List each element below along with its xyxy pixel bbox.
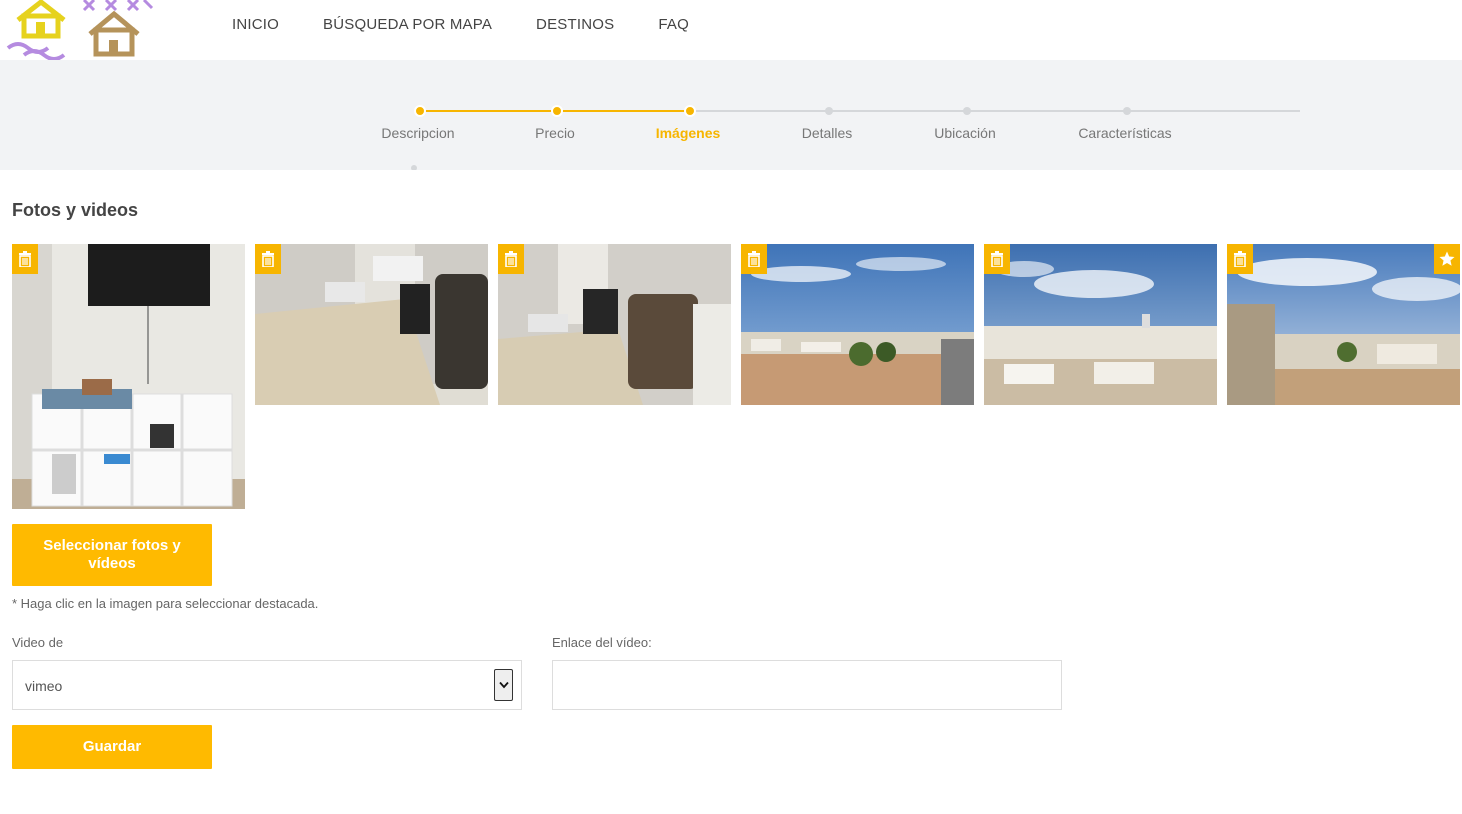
step-caracteristicas[interactable]: Características bbox=[1078, 125, 1171, 141]
site-header: INICIO BÚSQUEDA POR MAPA DESTINOS FAQ bbox=[0, 0, 1462, 60]
photo-tv-shelf bbox=[12, 244, 245, 509]
featured-hint: * Haga clic en la imagen para selecciona… bbox=[12, 596, 319, 611]
stepper-track bbox=[411, 105, 1300, 170]
trash-icon bbox=[748, 251, 760, 267]
trash-icon bbox=[262, 251, 274, 267]
step-dot-imagenes[interactable] bbox=[684, 105, 696, 117]
photo-town-view-3 bbox=[1227, 244, 1460, 405]
step-dot-precio[interactable] bbox=[551, 105, 563, 117]
trash-icon bbox=[505, 251, 517, 267]
delete-photo-button[interactable] bbox=[984, 244, 1010, 274]
featured-badge bbox=[1434, 244, 1460, 274]
photo-desk-chair-2 bbox=[498, 244, 731, 405]
video-source-select[interactable]: vimeo bbox=[12, 660, 522, 710]
step-dot-descripcion[interactable] bbox=[414, 105, 426, 117]
select-photos-button[interactable]: Seleccionar fotos y vídeos bbox=[12, 524, 212, 586]
step-imagenes[interactable]: Imágenes bbox=[656, 125, 721, 141]
progress-stepper: Descripcion Precio Imágenes Detalles Ubi… bbox=[0, 60, 1462, 170]
save-button[interactable]: Guardar bbox=[12, 725, 212, 769]
step-dot-detalles[interactable] bbox=[825, 107, 833, 115]
logo[interactable] bbox=[6, 0, 156, 60]
trash-icon bbox=[1234, 251, 1246, 267]
step-ubicacion[interactable]: Ubicación bbox=[934, 125, 995, 141]
step-descripcion[interactable]: Descripcion bbox=[381, 125, 454, 141]
photo-thumbnail[interactable] bbox=[12, 244, 245, 509]
photo-thumbnail-featured[interactable] bbox=[1227, 244, 1460, 405]
section-title: Fotos y videos bbox=[12, 200, 139, 220]
step-dot-caracteristicas[interactable] bbox=[1123, 107, 1131, 115]
nav-inicio[interactable]: INICIO bbox=[232, 16, 279, 33]
nav-destinos[interactable]: DESTINOS bbox=[536, 16, 614, 33]
delete-photo-button[interactable] bbox=[12, 244, 38, 274]
photo-thumbnail[interactable] bbox=[255, 244, 488, 405]
video-link-input[interactable] bbox=[561, 662, 1055, 708]
video-link-label: Enlace del vídeo: bbox=[552, 635, 652, 650]
stepper-marker bbox=[411, 165, 417, 170]
photo-thumbnail[interactable] bbox=[741, 244, 974, 405]
trash-icon bbox=[991, 251, 1003, 267]
nav-faq[interactable]: FAQ bbox=[658, 16, 689, 33]
trash-icon bbox=[19, 251, 31, 267]
nav-busqueda-por-mapa[interactable]: BÚSQUEDA POR MAPA bbox=[323, 16, 492, 33]
star-icon bbox=[1439, 251, 1455, 266]
main-nav: INICIO BÚSQUEDA POR MAPA DESTINOS FAQ bbox=[232, 16, 733, 33]
video-source-label: Video de bbox=[12, 635, 64, 650]
step-precio[interactable]: Precio bbox=[535, 125, 575, 141]
delete-photo-button[interactable] bbox=[498, 244, 524, 274]
chevron-down-icon[interactable] bbox=[494, 669, 513, 701]
photo-desk-chair bbox=[255, 244, 488, 405]
photo-thumbnail[interactable] bbox=[984, 244, 1217, 405]
video-source-value: vimeo bbox=[25, 678, 63, 694]
video-link-field[interactable] bbox=[552, 660, 1062, 710]
photo-town-view-2 bbox=[984, 244, 1217, 405]
step-detalles[interactable]: Detalles bbox=[802, 125, 853, 141]
delete-photo-button[interactable] bbox=[741, 244, 767, 274]
delete-photo-button[interactable] bbox=[255, 244, 281, 274]
step-dot-ubicacion[interactable] bbox=[963, 107, 971, 115]
photo-thumbnail[interactable] bbox=[498, 244, 731, 405]
delete-photo-button[interactable] bbox=[1227, 244, 1253, 274]
photo-town-view bbox=[741, 244, 974, 405]
